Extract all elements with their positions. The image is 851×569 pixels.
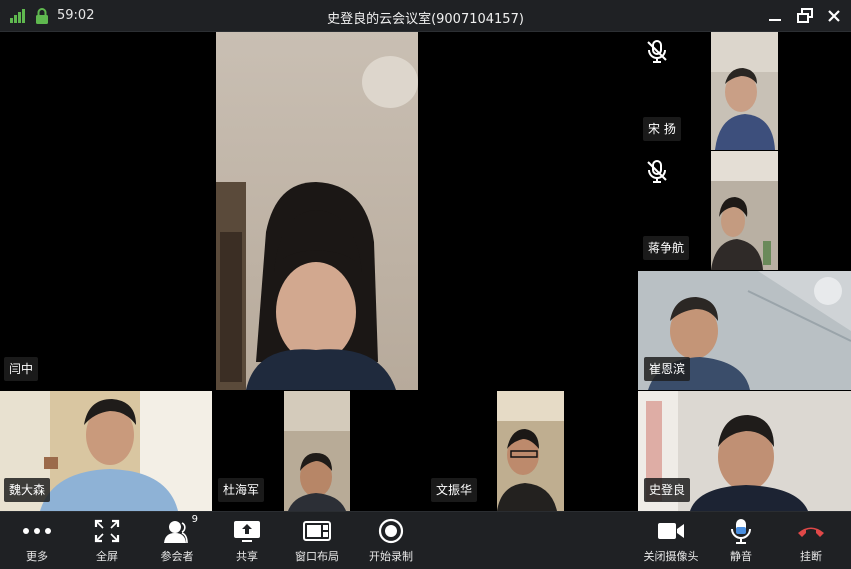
video-tile-participant[interactable]: [497, 391, 564, 511]
fullscreen-label: 全屏: [96, 550, 118, 563]
video-tile-participant[interactable]: [711, 151, 778, 270]
more-icon: [22, 517, 52, 545]
participant-label: 蒋争航: [643, 236, 690, 260]
participant-label: 史登良: [644, 478, 691, 502]
hangup-button[interactable]: 挂断: [786, 512, 836, 569]
minimize-button[interactable]: [765, 6, 785, 26]
share-screen-icon: [232, 517, 262, 545]
participants-button[interactable]: 9 参会者: [152, 512, 202, 569]
hangup-label: 挂断: [800, 550, 822, 563]
speaker-video: [216, 32, 418, 390]
participant-label: 文振华: [431, 478, 478, 502]
window-title: 史登良的云会议室(9007104157): [327, 12, 524, 27]
layout-icon: [302, 517, 332, 545]
layout-label: 窗口布局: [295, 550, 339, 563]
share-button[interactable]: 共享: [222, 512, 272, 569]
camera-off-button[interactable]: 关闭摄像头: [640, 512, 702, 569]
participants-label: 参会者: [160, 550, 194, 563]
participant-video: [711, 151, 778, 270]
record-icon: [376, 517, 406, 545]
share-label: 共享: [236, 550, 258, 563]
microphone-icon: [726, 517, 756, 545]
participants-count-badge: 9: [191, 514, 198, 525]
minimize-icon: [769, 19, 781, 21]
mic-muted-icon: [644, 38, 670, 64]
participant-video: [497, 391, 564, 511]
mic-muted-icon: [644, 158, 670, 184]
meeting-toolbar: 更多 全屏 9 参会者 共享 窗口布局 开始录制 关闭摄像头 静音 挂断: [0, 511, 851, 569]
camera-off-label: 关闭摄像头: [643, 550, 699, 563]
close-button[interactable]: [824, 6, 844, 26]
participants-icon: 9: [162, 514, 198, 545]
record-label: 开始录制: [369, 550, 413, 563]
restore-icon: [797, 8, 813, 23]
hangup-icon: [796, 517, 826, 545]
participant-label: 魏大森: [4, 478, 51, 502]
participant-label: 宋 扬: [643, 117, 681, 141]
record-button[interactable]: 开始录制: [364, 512, 418, 569]
close-icon: [828, 10, 840, 22]
participant-video: [284, 391, 350, 511]
restore-button[interactable]: [795, 6, 815, 26]
fullscreen-button[interactable]: 全屏: [82, 512, 132, 569]
more-button[interactable]: 更多: [12, 512, 62, 569]
camera-icon: [656, 517, 686, 545]
video-tile-participant[interactable]: [284, 391, 350, 511]
mute-button[interactable]: 静音: [716, 512, 766, 569]
layout-button[interactable]: 窗口布局: [290, 512, 344, 569]
fullscreen-icon: [92, 517, 122, 545]
video-tile-main-speaker[interactable]: [216, 32, 418, 390]
more-label: 更多: [26, 550, 48, 563]
participant-video: [711, 32, 778, 150]
participant-label: 崔恩滨: [644, 357, 691, 381]
video-tile-participant[interactable]: [711, 32, 778, 150]
participant-label: 杜海军: [218, 478, 265, 502]
title-bar: 59:02 史登良的云会议室(9007104157): [0, 0, 851, 32]
participant-label: 闫中: [4, 357, 39, 381]
mute-label: 静音: [730, 550, 752, 563]
